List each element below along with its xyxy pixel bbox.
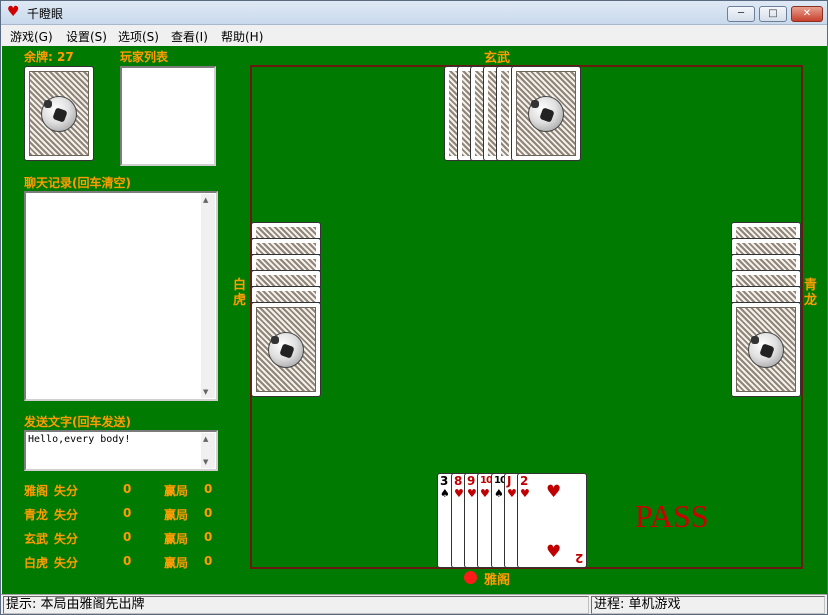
player-list[interactable] <box>120 66 216 166</box>
send-text-value: Hello,every body! <box>28 434 131 445</box>
game-area: 余牌: 27 玩家列表 聊天记录(回车清空) ▲ ▼ 发送文字(回车发送) He… <box>2 46 827 594</box>
scroll-down-icon[interactable]: ▼ <box>203 458 208 466</box>
menu-options[interactable]: 选项(S) <box>118 28 159 45</box>
opponent-card <box>731 302 801 397</box>
score-row: 青龙 失分 0 赢局 0 <box>24 506 224 522</box>
heart-icon: ♥ <box>546 482 562 502</box>
left-player-name: 白虎 <box>233 278 247 308</box>
card-rank: 8 <box>454 474 463 488</box>
player-list-label: 玩家列表 <box>120 50 169 64</box>
scroll-up-icon[interactable]: ▲ <box>203 435 208 443</box>
lose-value: 0 <box>123 506 132 520</box>
right-player-name: 青龙 <box>804 278 818 308</box>
card-rank: 3 <box>440 474 449 488</box>
win-label: 赢局 <box>164 532 189 546</box>
status-bar: 提示: 本局由雅阁先出牌 进程: 单机游戏 <box>1 594 827 614</box>
soccer-ball-icon <box>748 331 784 368</box>
status-hint: 提示: 本局由雅阁先出牌 <box>3 596 589 614</box>
chat-log[interactable]: ▲ ▼ <box>24 191 218 401</box>
game-window: ♥ 千瞪眼 ─ □ ✕ 游戏(G) 设置(S) 选项(S) 查看(I) 帮助(H… <box>0 0 828 615</box>
lose-value: 0 <box>123 530 132 544</box>
heart-icon: ♥ <box>507 487 517 500</box>
bottom-player-name: 雅阁 <box>484 573 511 588</box>
opponent-card <box>251 254 321 271</box>
chat-scrollbar[interactable]: ▲ ▼ <box>201 194 215 398</box>
lose-label: 失分 <box>54 532 79 546</box>
remaining-cards-label: 余牌: 27 <box>24 50 74 64</box>
lose-label: 失分 <box>54 556 79 570</box>
heart-icon: ♥ <box>467 487 477 500</box>
card-rank: J <box>507 474 512 488</box>
spade-icon: ♠ <box>440 487 450 500</box>
maximize-button[interactable]: □ <box>759 6 787 22</box>
opponent-card <box>251 222 321 239</box>
menu-view[interactable]: 查看(I) <box>171 28 208 45</box>
scroll-up-icon[interactable]: ▲ <box>203 196 208 204</box>
menu-help[interactable]: 帮助(H) <box>221 28 263 45</box>
opponent-card <box>251 270 321 287</box>
soccer-ball-icon <box>528 95 564 132</box>
win-value: 0 <box>204 482 213 496</box>
heart-icon: ♥ <box>480 487 490 500</box>
pass-indicator: PASS <box>635 498 709 534</box>
lose-value: 0 <box>123 482 132 496</box>
opponent-card <box>251 286 321 303</box>
opponent-card <box>251 302 321 397</box>
soccer-ball-icon <box>41 95 77 132</box>
send-text-input[interactable]: Hello,every body! ▲ ▼ <box>24 430 218 471</box>
heart-app-icon: ♥ <box>7 4 20 20</box>
hand-card[interactable]: 2 ♥ ♥ ♥ 2 <box>517 473 587 568</box>
score-player-name: 白虎 <box>24 556 49 570</box>
opponent-card <box>731 222 801 239</box>
score-row: 白虎 失分 0 赢局 0 <box>24 554 224 570</box>
score-player-name: 青龙 <box>24 508 49 522</box>
win-label: 赢局 <box>164 484 189 498</box>
card-rank: 9 <box>467 474 476 488</box>
menu-game[interactable]: 游戏(G) <box>10 28 53 45</box>
score-row: 雅阁 失分 0 赢局 0 <box>24 482 224 498</box>
opponent-card <box>731 286 801 303</box>
window-title: 千瞪眼 <box>27 7 64 21</box>
win-value: 0 <box>204 506 213 520</box>
opponent-card <box>731 270 801 287</box>
card-rank: 2 <box>520 474 529 488</box>
top-player-name: 玄武 <box>484 51 511 66</box>
status-progress: 进程: 单机游戏 <box>591 596 825 614</box>
menu-settings[interactable]: 设置(S) <box>66 28 107 45</box>
opponent-card <box>731 254 801 271</box>
score-player-name: 玄武 <box>24 532 49 546</box>
heart-icon: ♥ <box>546 542 562 562</box>
close-button[interactable]: ✕ <box>791 6 823 22</box>
win-label: 赢局 <box>164 508 189 522</box>
opponent-card <box>731 238 801 255</box>
send-scrollbar[interactable]: ▲ ▼ <box>201 433 215 468</box>
lose-label: 失分 <box>54 508 79 522</box>
minimize-button[interactable]: ─ <box>727 6 755 22</box>
score-row: 玄武 失分 0 赢局 0 <box>24 530 224 546</box>
deck-pile <box>24 66 94 161</box>
heart-icon: ♥ <box>454 487 464 500</box>
send-text-label: 发送文字(回车发送) <box>24 415 131 429</box>
win-value: 0 <box>204 530 213 544</box>
title-bar[interactable]: ♥ 千瞪眼 ─ □ ✕ <box>1 1 827 25</box>
win-label: 赢局 <box>164 556 189 570</box>
turn-indicator-icon <box>464 571 477 584</box>
heart-icon: ♥ <box>520 487 530 500</box>
spade-icon: ♠ <box>494 487 504 500</box>
card-rank-inverted: 2 <box>574 551 583 565</box>
lose-value: 0 <box>123 554 132 568</box>
soccer-ball-icon <box>268 331 304 368</box>
lose-label: 失分 <box>54 484 79 498</box>
chat-log-label: 聊天记录(回车清空) <box>24 176 131 190</box>
win-value: 0 <box>204 554 213 568</box>
menu-bar: 游戏(G) 设置(S) 选项(S) 查看(I) 帮助(H) <box>1 26 827 46</box>
opponent-card <box>511 66 581 161</box>
score-player-name: 雅阁 <box>24 484 49 498</box>
scroll-down-icon[interactable]: ▼ <box>203 388 208 396</box>
opponent-card <box>251 238 321 255</box>
